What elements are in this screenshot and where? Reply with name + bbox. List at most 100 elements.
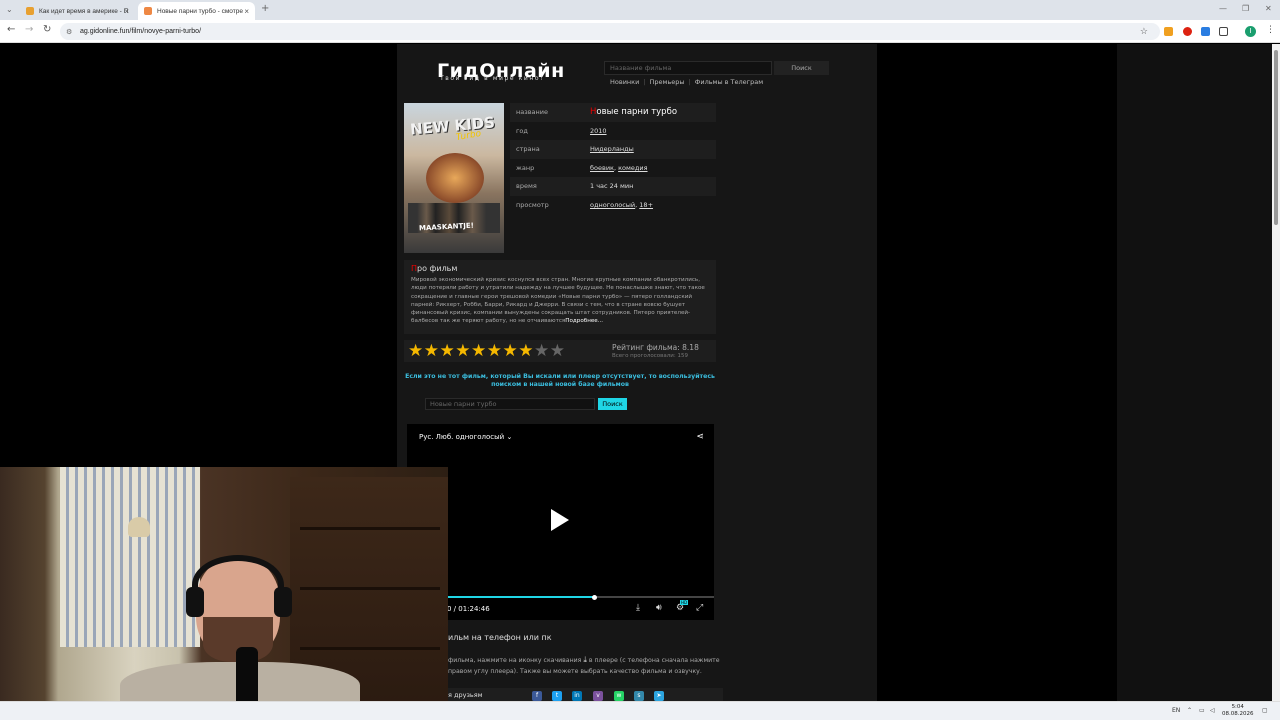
webcam-shelf xyxy=(300,647,440,650)
url-field[interactable]: ⚙ ag.gidonline.fun/film/novye-parni-turb… xyxy=(60,23,1160,40)
volume-icon[interactable]: 🔊︎ xyxy=(656,603,662,613)
search-button[interactable]: Поиск xyxy=(774,61,829,75)
info-label: время xyxy=(516,182,537,191)
download-icon[interactable]: ⤓ xyxy=(636,603,640,613)
rating-star-icon[interactable]: ★ xyxy=(503,341,519,361)
webcam-headphones xyxy=(192,555,284,615)
share-bar: я друзьям f t in v w s ➤ xyxy=(448,688,723,701)
close-icon[interactable]: × xyxy=(244,7,249,16)
search-input[interactable]: Название фильма xyxy=(604,61,772,75)
volume-icon[interactable]: ◁ xyxy=(1210,707,1215,714)
clock[interactable]: 5:04 08.08.2026 xyxy=(1222,704,1254,718)
voice-selector[interactable]: Рус. Люб. одноголосый ⌄ xyxy=(419,433,512,441)
rating-star-icon[interactable]: ★ xyxy=(471,341,487,361)
rating-star-icon[interactable]: ★ xyxy=(408,341,424,361)
language-indicator[interactable]: EN xyxy=(1172,707,1180,714)
nav-telegram[interactable]: Фильмы в Телеграм xyxy=(695,78,763,86)
whatsapp-icon[interactable]: w xyxy=(614,691,624,701)
rating-bar: ★★★★★★★★★★ Рейтинг фильма: 8.18 Всего пр… xyxy=(404,340,716,362)
scrollbar-thumb[interactable] xyxy=(1274,50,1278,225)
menu-kebab-icon[interactable]: ⋮ xyxy=(1266,25,1275,35)
forward-icon[interactable]: → xyxy=(25,24,33,35)
rating-star-icon[interactable]: ★ xyxy=(455,341,471,361)
voice-link[interactable]: одноголосый xyxy=(590,201,635,209)
movie-poster: NEW KIDS Turbo MAASKANTJE! xyxy=(404,103,504,253)
progress-bar[interactable] xyxy=(447,596,714,598)
webcam-headphone-cup xyxy=(274,587,292,617)
close-window-icon[interactable]: ✕ xyxy=(1265,4,1272,13)
about-section: Про фильм Мировой экономический кризис к… xyxy=(404,260,716,334)
twitter-icon[interactable]: t xyxy=(552,691,562,701)
rating-votes: Всего проголосовали: 159 xyxy=(612,353,688,359)
info-row-view: просмотр одноголосый, 18+ xyxy=(510,195,716,214)
about-text: Мировой экономический кризис коснулся вс… xyxy=(411,276,709,326)
tab-1[interactable]: Как идет время в америке - П × xyxy=(20,2,135,20)
search-button-2[interactable]: Поиск xyxy=(598,398,627,410)
info-label: название xyxy=(516,108,548,117)
viber-icon[interactable]: v xyxy=(593,691,603,701)
bookmark-star-icon[interactable]: ☆ xyxy=(1140,26,1148,37)
video-player[interactable]: Рус. Люб. одноголосый ⌄ ⋖ 0 / 01:24:46 ⤓… xyxy=(407,424,714,620)
reload-icon[interactable]: ↻ xyxy=(43,24,51,35)
chevron-up-icon[interactable]: ⌃ xyxy=(1187,707,1192,714)
progress-knob[interactable] xyxy=(591,595,597,600)
year-link[interactable]: 2010 xyxy=(590,127,607,135)
info-row-country: страна Нидерланды xyxy=(510,140,716,159)
telegram-icon[interactable]: ➤ xyxy=(654,691,664,701)
opera-icon[interactable] xyxy=(1183,27,1192,36)
info-label: жанр xyxy=(516,163,535,172)
nav-premieres[interactable]: Премьеры xyxy=(650,78,685,86)
read-more-link[interactable]: Подробнее... xyxy=(565,318,603,324)
clock-time: 5:04 xyxy=(1231,704,1244,710)
webcam-shelf xyxy=(300,527,440,530)
rating-star-icon[interactable]: ★ xyxy=(424,341,440,361)
movie-title-rest: овые парни турбо xyxy=(596,107,678,118)
rating-star-icon[interactable]: ★ xyxy=(550,341,566,361)
maximize-icon[interactable]: ❐ xyxy=(1242,4,1249,13)
hd-badge: HD xyxy=(680,600,689,605)
close-icon[interactable]: × xyxy=(124,7,129,16)
tab-favicon xyxy=(26,7,34,15)
age-link[interactable]: 18+ xyxy=(639,201,653,209)
linkedin-icon[interactable]: in xyxy=(572,691,582,701)
extension-icon[interactable] xyxy=(1201,27,1210,36)
site-info-icon[interactable]: ⚙ xyxy=(66,28,72,36)
notification-icon[interactable]: ▢ xyxy=(1262,707,1268,714)
facebook-icon[interactable]: f xyxy=(532,691,542,701)
url-text: ag.gidonline.fun/film/novye-parni-turbo/ xyxy=(80,28,202,35)
rating-star-icon[interactable]: ★ xyxy=(487,341,503,361)
webcam-wallpaper xyxy=(60,467,200,647)
back-icon[interactable]: ← xyxy=(7,24,15,35)
nav-new[interactable]: Новинки xyxy=(610,78,639,86)
info-row-genre: жанр боевик, комедия xyxy=(510,158,716,177)
rating-stars[interactable]: ★★★★★★★★★★ xyxy=(408,342,566,360)
search-input-2[interactable]: Новые парни турбо xyxy=(425,398,595,410)
chevron-down-icon: ⌄ xyxy=(506,433,513,441)
new-tab-button[interactable]: + xyxy=(261,3,269,14)
skype-icon[interactable]: s xyxy=(634,691,644,701)
genre-link[interactable]: боевик xyxy=(590,164,614,172)
tab-title: Новые парни турбо - смотре xyxy=(157,7,243,15)
share-icon[interactable]: ⋖ xyxy=(696,432,704,442)
extensions-puzzle-icon[interactable] xyxy=(1219,27,1228,36)
fullscreen-icon[interactable]: ⤢ xyxy=(696,603,703,613)
tab-search-icon[interactable]: ⌄ xyxy=(6,5,13,14)
genre-link[interactable]: комедия xyxy=(618,164,647,172)
minimize-icon[interactable]: — xyxy=(1219,4,1227,13)
country-link[interactable]: Нидерланды xyxy=(590,145,634,153)
rating-star-icon[interactable]: ★ xyxy=(440,341,456,361)
tab-favicon xyxy=(144,7,152,15)
rating-star-icon[interactable]: ★ xyxy=(534,341,550,361)
extension-icon[interactable] xyxy=(1164,27,1173,36)
info-row-year: год 2010 xyxy=(510,121,716,140)
download-text: фильма, нажмите на иконку скачивания ⤓ в… xyxy=(448,654,723,677)
voice-label: Рус. Люб. одноголосый xyxy=(419,433,505,441)
rating-star-icon[interactable]: ★ xyxy=(518,341,534,361)
about-body: Мировой экономический кризис коснулся вс… xyxy=(411,277,705,325)
tab-2[interactable]: Новые парни турбо - смотре × xyxy=(138,2,255,20)
network-icon[interactable]: ▭ xyxy=(1199,707,1205,714)
about-heading: Про фильм xyxy=(411,264,709,273)
info-label: просмотр xyxy=(516,200,549,209)
play-icon[interactable] xyxy=(551,509,569,531)
profile-avatar[interactable]: I xyxy=(1245,26,1256,37)
